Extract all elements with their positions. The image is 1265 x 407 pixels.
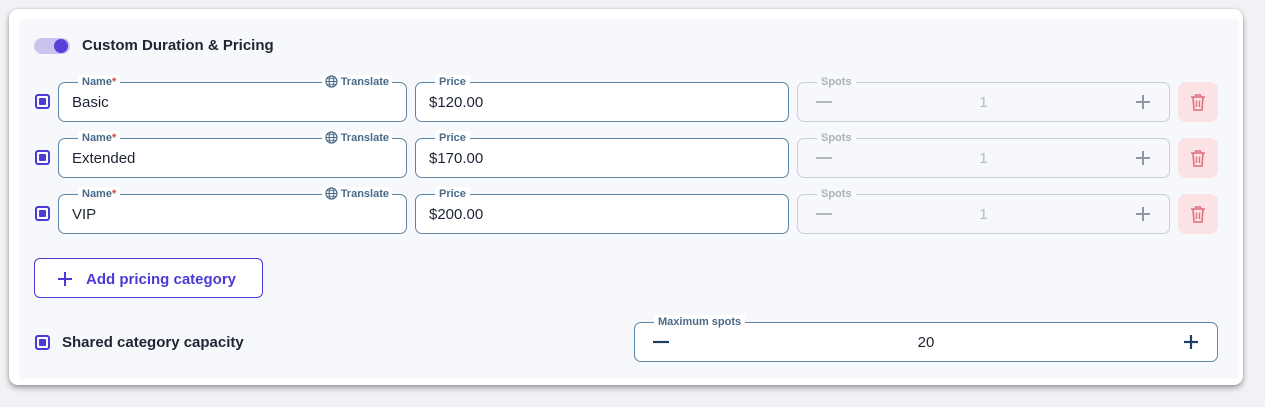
price-legend: Price — [435, 131, 470, 145]
price-field[interactable]: Price $200.00 — [415, 187, 789, 234]
spots-stepper: Spots 1 — [797, 131, 1170, 178]
pricing-row: Name* Translate VIP Price $200.00 Spots … — [0, 187, 1265, 234]
pricing-row: Name* Translate Basic Price $120.00 Spot… — [0, 75, 1265, 122]
custom-pricing-toggle[interactable] — [34, 38, 70, 54]
name-legend: Name* — [78, 75, 121, 89]
shared-capacity-checkbox[interactable] — [35, 335, 50, 350]
spots-value: 1 — [979, 150, 988, 167]
delete-button[interactable] — [1178, 194, 1218, 234]
section-title: Custom Duration & Pricing — [82, 37, 274, 54]
spots-legend: Spots — [817, 131, 856, 145]
translate-button[interactable]: Translate — [321, 75, 392, 89]
globe-icon — [325, 131, 338, 144]
name-field[interactable]: Name* Translate Basic — [58, 75, 407, 122]
maximum-spots-stepper[interactable]: Maximum spots 20 — [634, 315, 1218, 362]
trash-icon — [1191, 150, 1205, 167]
spots-stepper: Spots 1 — [797, 187, 1170, 234]
price-value: $120.00 — [429, 94, 484, 111]
plus-icon[interactable] — [1181, 332, 1201, 352]
delete-button[interactable] — [1178, 82, 1218, 122]
spots-legend: Spots — [817, 75, 856, 89]
plus-icon[interactable] — [1133, 148, 1153, 168]
row-checkbox[interactable] — [35, 94, 50, 109]
shared-capacity-label: Shared category capacity — [62, 334, 244, 351]
spots-stepper: Spots 1 — [797, 75, 1170, 122]
translate-button[interactable]: Translate — [321, 131, 392, 145]
price-legend: Price — [435, 187, 470, 201]
translate-button[interactable]: Translate — [321, 187, 392, 201]
price-value: $200.00 — [429, 206, 484, 223]
name-field[interactable]: Name* Translate Extended — [58, 131, 407, 178]
name-legend: Name* — [78, 187, 121, 201]
maximum-spots-legend: Maximum spots — [654, 315, 746, 329]
row-checkbox[interactable] — [35, 150, 50, 165]
trash-icon — [1191, 206, 1205, 223]
name-legend: Name* — [78, 131, 121, 145]
trash-icon — [1191, 94, 1205, 111]
plus-icon[interactable] — [1133, 204, 1153, 224]
globe-icon — [325, 187, 338, 200]
name-value: Extended — [72, 150, 136, 167]
add-pricing-category-label: Add pricing category — [86, 271, 237, 288]
price-legend: Price — [435, 75, 470, 89]
spots-legend: Spots — [817, 187, 856, 201]
add-pricing-category-button[interactable]: Add pricing category — [34, 258, 263, 298]
maximum-spots-value: 20 — [917, 334, 935, 351]
plus-icon[interactable] — [1133, 92, 1153, 112]
plus-icon — [58, 272, 72, 286]
name-value: Basic — [72, 94, 109, 111]
row-checkbox[interactable] — [35, 206, 50, 221]
name-field[interactable]: Name* Translate VIP — [58, 187, 407, 234]
price-field[interactable]: Price $170.00 — [415, 131, 789, 178]
price-value: $170.00 — [429, 150, 484, 167]
delete-button[interactable] — [1178, 138, 1218, 178]
spots-value: 1 — [979, 94, 988, 111]
toggle-knob — [54, 39, 68, 53]
globe-icon — [325, 75, 338, 88]
pricing-row: Name* Translate Extended Price $170.00 S… — [0, 131, 1265, 178]
spots-value: 1 — [979, 206, 988, 223]
price-field[interactable]: Price $120.00 — [415, 75, 789, 122]
name-value: VIP — [72, 206, 97, 223]
